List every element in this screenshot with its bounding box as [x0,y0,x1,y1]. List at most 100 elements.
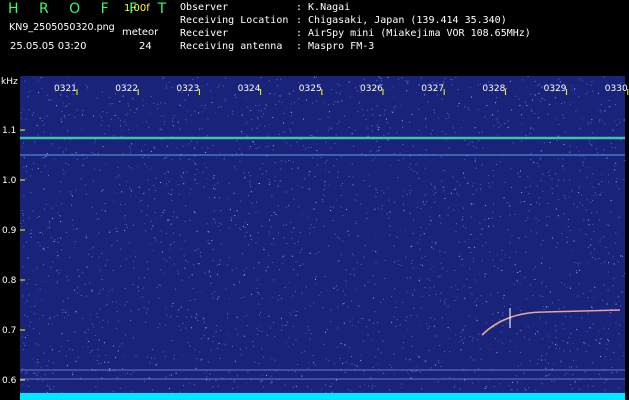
mode-value: 24 [139,41,152,52]
y-tick-label: 0.6 [2,376,17,386]
noise-dot [124,288,126,289]
noise-dot [372,384,374,386]
noise-dot [288,205,290,207]
noise-dot [407,166,409,168]
noise-dot [262,163,264,165]
noise-dot [265,104,267,106]
noise-dot [478,381,480,383]
noise-dot [569,366,570,368]
noise-dot [551,380,553,382]
noise-dot [27,315,28,317]
noise-dot [330,210,332,211]
noise-dot [21,368,23,370]
noise-dot [85,84,87,86]
noise-dot [217,225,219,227]
noise-dot [555,246,557,248]
noise-dot [309,252,311,254]
noise-dot [246,121,248,123]
noise-dot [418,356,420,358]
noise-dot [309,227,310,229]
noise-dot [402,143,404,145]
noise-dot [527,326,529,328]
noise-dot [374,283,376,285]
noise-dot [118,117,119,119]
noise-dot [120,125,121,127]
noise-dot [482,245,484,247]
noise-dot [295,315,297,316]
noise-dot [171,159,173,161]
noise-dot [339,357,341,359]
noise-dot [150,220,152,222]
noise-dot [193,211,195,213]
noise-dot [563,195,565,197]
noise-dot [425,149,427,151]
noise-dot [97,316,99,318]
noise-dot [458,241,460,243]
noise-dot [538,84,540,86]
noise-dot [541,359,543,361]
noise-dot [301,375,303,377]
noise-dot [563,169,565,171]
noise-dot [620,305,622,307]
noise-dot [25,118,27,120]
noise-dot [273,238,275,240]
noise-dot [133,250,135,252]
noise-dot [614,165,616,167]
noise-dot [520,123,522,125]
noise-dot [596,148,598,150]
noise-dot [345,361,347,363]
noise-dot [293,268,294,270]
noise-dot [116,327,118,329]
noise-dot [608,262,609,264]
noise-dot [318,294,320,296]
noise-dot [403,158,405,160]
noise-dot [355,287,357,289]
noise-dot [35,373,37,375]
noise-dot [386,213,388,215]
noise-dot [121,343,123,345]
noise-dot [510,167,512,169]
noise-dot [435,192,437,193]
noise-dot [119,345,121,347]
noise-dot [320,291,322,293]
noise-dot [194,250,196,252]
noise-dot [372,114,374,116]
noise-dot [595,339,597,341]
noise-dot [56,270,57,272]
noise-dot [158,284,160,286]
noise-dot [620,139,622,141]
noise-dot [442,169,444,171]
noise-dot [594,286,596,288]
noise-dot [339,84,341,86]
noise-dot [258,314,260,316]
noise-dot [435,243,436,245]
noise-dot [515,251,517,253]
noise-dot [107,361,109,363]
noise-dot [164,157,166,159]
noise-dot [554,380,556,382]
noise-dot [529,338,530,340]
noise-dot [500,351,501,353]
noise-dot [389,225,390,227]
noise-dot [295,290,296,292]
noise-dot [197,248,199,250]
noise-dot [587,219,589,221]
noise-dot [184,99,186,101]
noise-dot [189,158,191,160]
noise-dot [190,114,192,116]
noise-dot [207,338,209,340]
noise-dot [324,162,326,164]
noise-dot [511,110,512,111]
noise-dot [543,99,545,101]
noise-dot [529,360,531,362]
noise-dot [42,232,44,234]
noise-dot [198,263,200,265]
noise-dot [600,356,602,357]
noise-dot [195,249,197,251]
noise-dot [84,184,86,186]
noise-dot [389,364,391,366]
noise-dot [264,108,266,109]
noise-dot [25,371,27,373]
noise-dot [246,135,248,137]
noise-dot [237,333,238,335]
